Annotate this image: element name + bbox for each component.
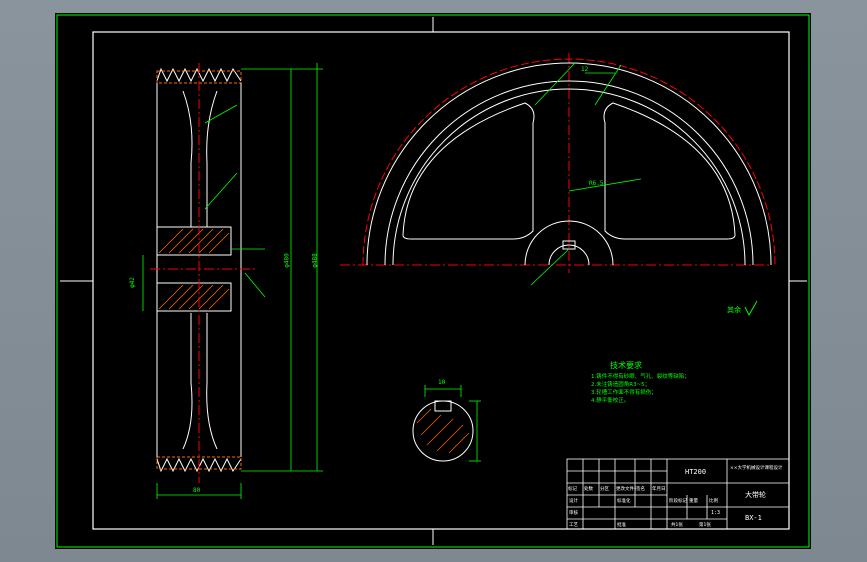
cad-viewport[interactable]: 技术要求 1.铸件不得有砂眼、气孔、裂纹等缺陷； 2.未注铸造圆角R3~5； 3…	[0, 0, 867, 562]
sheet-total: 共1张	[671, 523, 683, 528]
tech-req-item: 2.未注铸造圆角R3~5；	[591, 382, 651, 388]
inner-frame	[92, 31, 790, 530]
roughness-label: 其余	[727, 306, 741, 314]
sheet-index: 第1张	[699, 523, 711, 528]
tech-req-item: 3.轮槽工作面不得有损伤；	[591, 390, 657, 396]
tech-req-list: 1.铸件不得有砂眼、气孔、裂纹等缺陷； 2.未注铸造圆角R3~5； 3.轮槽工作…	[591, 373, 690, 405]
role-standard: 标准化	[617, 499, 631, 504]
scale-value: 1:3	[711, 510, 721, 516]
dim-bore: φ42	[128, 277, 136, 288]
roughness-symbol	[744, 300, 758, 317]
stage-mark-label: 阶段标记	[669, 499, 687, 504]
tech-req-title: 技术要求	[610, 361, 642, 370]
tech-req-item: 4.静平衡校正。	[591, 398, 630, 404]
project-code: ××大学机械设计课程设计	[730, 466, 783, 471]
dim-pitch-diameter: φ480	[283, 253, 291, 268]
dim-rim-thickness: 12	[581, 66, 589, 73]
role-review: 审核	[569, 511, 578, 516]
scale-label: 比例	[709, 499, 718, 504]
dim-hub-width: 80	[193, 487, 201, 494]
stage-labels: 阶段标记 重量 比例	[669, 498, 727, 504]
header-date: 年月日	[652, 487, 666, 492]
tech-req-item: 1.铸件不得有砂眼、气孔、裂纹等缺陷；	[591, 374, 690, 380]
front-view	[340, 53, 776, 286]
dim-outer-diameter: φ488	[311, 253, 319, 268]
drawing-number: BX-1	[745, 514, 762, 522]
header-count: 处数	[584, 487, 593, 492]
dim-spoke-width: R6.5	[589, 180, 604, 187]
header-sign: 签名	[636, 487, 645, 492]
role-approve: 批准	[617, 523, 626, 528]
role-design: 设计	[569, 499, 578, 504]
header-change: 更改文件号	[616, 487, 636, 492]
header-mark: 标记	[568, 487, 577, 492]
material-label: HT200	[685, 468, 707, 476]
role-process: 工艺	[569, 523, 578, 528]
dim-keyway: 10	[438, 379, 446, 386]
keyway-detail	[412, 385, 481, 462]
weight-label: 重量	[689, 499, 698, 504]
header-zone: 分区	[600, 487, 609, 492]
section-view	[142, 63, 323, 499]
drawing-title: 大带轮	[745, 491, 766, 499]
drawing-sheet[interactable]: 技术要求 1.铸件不得有砂眼、气孔、裂纹等缺陷； 2.未注铸造圆角R3~5； 3…	[55, 13, 811, 549]
title-block-headers: 标记 处数 分区 更改文件号 签名 年月日	[568, 486, 668, 492]
